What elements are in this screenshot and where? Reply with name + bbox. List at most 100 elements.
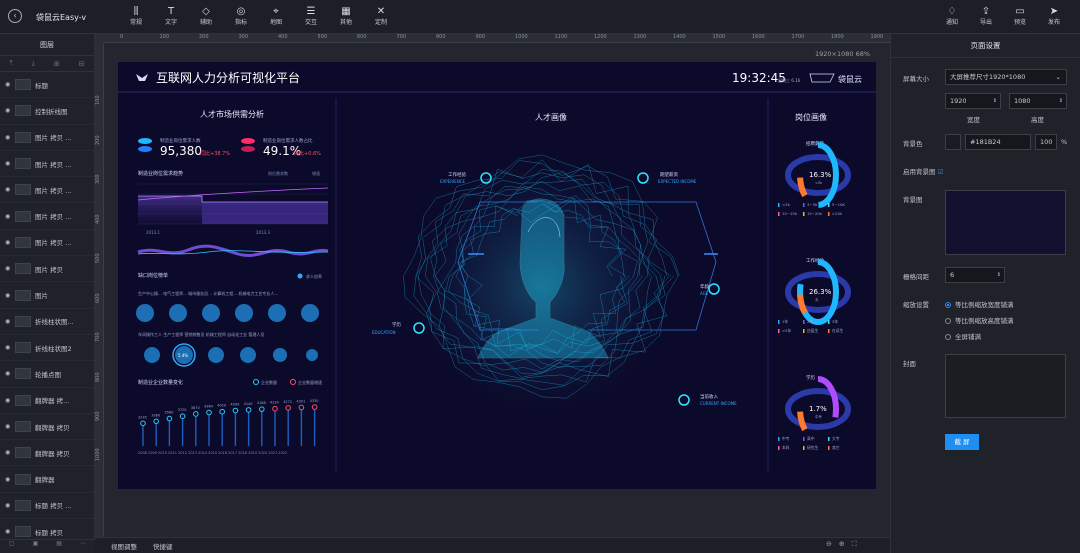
tool-shapes[interactable]: ◇ 辅助: [192, 4, 220, 27]
width-input[interactable]: 1920 ⇕: [945, 93, 1001, 109]
eye-icon[interactable]: ◉: [5, 213, 15, 220]
group-icon[interactable]: ⊞: [54, 60, 60, 68]
eye-icon[interactable]: ◉: [5, 186, 15, 193]
tool-map-pin[interactable]: ⌖ 地图: [262, 4, 290, 27]
tool-chart[interactable]: ⫼ 常规: [122, 4, 150, 27]
ruler-tick: 900: [95, 411, 101, 421]
eye-icon[interactable]: ◉: [5, 239, 15, 246]
enterprise-point: [311, 404, 318, 410]
layer-item[interactable]: ◉ 图片 拷贝: [0, 256, 94, 283]
bg-image-enable[interactable]: 启用背景图 ☑: [903, 166, 943, 176]
cover-preview[interactable]: [945, 354, 1066, 418]
height-input[interactable]: 1080 ⇕: [1009, 93, 1067, 109]
bg-image-preview[interactable]: [945, 190, 1066, 255]
layer-item[interactable]: ◉ 折线柱状图...: [0, 309, 94, 335]
eye-icon[interactable]: ◉: [5, 160, 15, 167]
zoom-in-icon[interactable]: ⊕: [839, 540, 852, 548]
layer-item[interactable]: ◉ 图片 拷贝 ...: [0, 125, 94, 151]
tool-sliders[interactable]: ☰ 交互: [297, 4, 325, 27]
action-export[interactable]: ⇪ 导出: [972, 4, 1000, 27]
eye-icon[interactable]: ◉: [5, 107, 15, 114]
svg-text:当前收入: 当前收入: [700, 393, 718, 400]
layer-item[interactable]: ◉ 图片 拷贝 ...: [0, 177, 94, 204]
layer-item[interactable]: ◉ 图片 拷贝 ...: [0, 203, 94, 230]
layer-item[interactable]: ◉ 翻牌器 拷贝: [0, 414, 94, 441]
eye-icon[interactable]: ◉: [5, 265, 15, 272]
ring-legend-item: 应届生: [807, 328, 819, 333]
layer-item[interactable]: ◉ 轮播点图: [0, 361, 94, 388]
stepper-icon[interactable]: ⇕: [1059, 94, 1063, 108]
move-bottom-icon[interactable]: ⤓: [32, 59, 35, 68]
tool-text[interactable]: T 文字: [157, 4, 185, 27]
bg-color-input[interactable]: #181B24: [965, 134, 1031, 150]
eye-icon[interactable]: ◉: [5, 423, 15, 430]
eye-icon[interactable]: ◉: [5, 370, 15, 377]
layer-item[interactable]: ◉ 翻牌器 拷...: [0, 388, 94, 414]
action-bell[interactable]: ♢ 通知: [938, 4, 966, 27]
layer-thumbnail: [15, 473, 31, 485]
section-portrait-title: 人才画像: [535, 112, 567, 122]
opacity-input[interactable]: 100: [1035, 134, 1057, 150]
svg-text:工作经验: 工作经验: [448, 171, 466, 178]
layer-item[interactable]: ◉ 翻牌器 拷贝: [0, 440, 94, 467]
dashboard-canvas[interactable]: 互联网人力分析可视化平台 19:32:45 星期三 6.16 袋鼠云 人才市场供…: [118, 62, 876, 489]
action-preview[interactable]: ▭ 预览: [1006, 4, 1034, 27]
gap-bubble: [240, 347, 256, 363]
stepper-icon[interactable]: ⇕: [993, 94, 997, 108]
scale-option-width[interactable]: 等比例缩放宽度铺满: [945, 299, 1014, 309]
eye-icon[interactable]: ◉: [5, 397, 15, 404]
checkbox-icon[interactable]: ☑: [938, 168, 944, 176]
talent-portrait: [403, 152, 718, 422]
screenshot-button[interactable]: 截 屏: [945, 434, 979, 450]
eye-icon[interactable]: ◉: [5, 344, 15, 351]
layer-item[interactable]: ◉ 标题 拷贝 ...: [0, 493, 94, 520]
back-icon[interactable]: ‹: [8, 9, 22, 23]
node-expected-income[interactable]: 期望薪资 EXPECTED INCOME: [637, 171, 697, 184]
folder-icon[interactable]: ▣: [33, 540, 39, 553]
enterprise-value: 3870: [191, 406, 200, 410]
eye-icon[interactable]: ◉: [5, 502, 15, 509]
layer-item[interactable]: ◉ 图片 拷贝 ...: [0, 151, 94, 178]
scale-option-full[interactable]: 全屏铺满: [945, 331, 981, 341]
eye-icon[interactable]: ◉: [5, 476, 15, 483]
eye-icon[interactable]: ◉: [5, 292, 15, 299]
scale-option-height[interactable]: 等比例缩放高度铺满: [945, 315, 1014, 325]
ring-value: 1.7%: [809, 405, 827, 413]
eye-icon[interactable]: ◉: [5, 134, 15, 141]
layer-item[interactable]: ◉ 折线柱状图2: [0, 335, 94, 362]
eye-icon[interactable]: ◉: [5, 528, 15, 535]
layer-item[interactable]: ◉ 图片 拷贝 ...: [0, 230, 94, 257]
layer-item[interactable]: ◉ 翻牌器: [0, 466, 94, 493]
view-adjust-link[interactable]: 视图调整: [111, 541, 137, 551]
trash-icon[interactable]: ▤: [56, 540, 62, 553]
eye-icon[interactable]: ◉: [5, 449, 15, 456]
eye-icon[interactable]: ◉: [5, 318, 15, 325]
action-send[interactable]: ➤ 发布: [1040, 4, 1068, 27]
gap-ranking: 缺口岗位榜单 求人倍率 生产中心操... 电气工程师... 城市服务员... 计…: [136, 272, 322, 367]
ring-legend-item: >20k: [832, 211, 843, 216]
tool-grid[interactable]: ▦ 其他: [332, 4, 360, 27]
ring-chart-1: 招聘薪资16.3%<3k<3k 3~5K 5~10K10~15k 15~20k >20k: [778, 140, 851, 216]
tool-cross[interactable]: ✕ 定制: [367, 4, 395, 27]
layer-item[interactable]: ◉ 图片: [0, 282, 94, 309]
layer-thumbnail: [15, 394, 31, 406]
stepper-icon[interactable]: ⇕: [997, 268, 1001, 282]
bg-color-swatch[interactable]: [945, 134, 961, 150]
zoom-out-icon[interactable]: ⊖: [826, 540, 839, 548]
layer-item[interactable]: ◉ 标题: [0, 72, 94, 99]
node-current-income[interactable]: 当前收入 CURRENT INCOME: [678, 393, 737, 406]
layer-item[interactable]: ◉ 控制折线图: [0, 98, 94, 125]
shortcut-link[interactable]: 快捷键: [153, 541, 173, 551]
move-top-icon[interactable]: ⤒: [10, 59, 13, 68]
screen-size-select[interactable]: 大屏推荐尺寸1920*1080 ⌄: [945, 69, 1067, 85]
grid-spacing-input[interactable]: 6 ⇕: [945, 267, 1005, 283]
ungroup-icon[interactable]: ⊟: [79, 60, 85, 68]
eye-icon[interactable]: ◉: [5, 81, 15, 88]
lock-icon[interactable]: ▢: [9, 540, 15, 553]
tool-target[interactable]: ◎ 指标: [227, 4, 255, 27]
more-icon[interactable]: ⋯: [80, 540, 86, 553]
layer-thumbnail: [15, 79, 31, 91]
ring-value: 16.3%: [809, 171, 832, 179]
layer-thumbnail: [15, 342, 31, 354]
fit-screen-icon[interactable]: ⛶: [852, 540, 864, 548]
